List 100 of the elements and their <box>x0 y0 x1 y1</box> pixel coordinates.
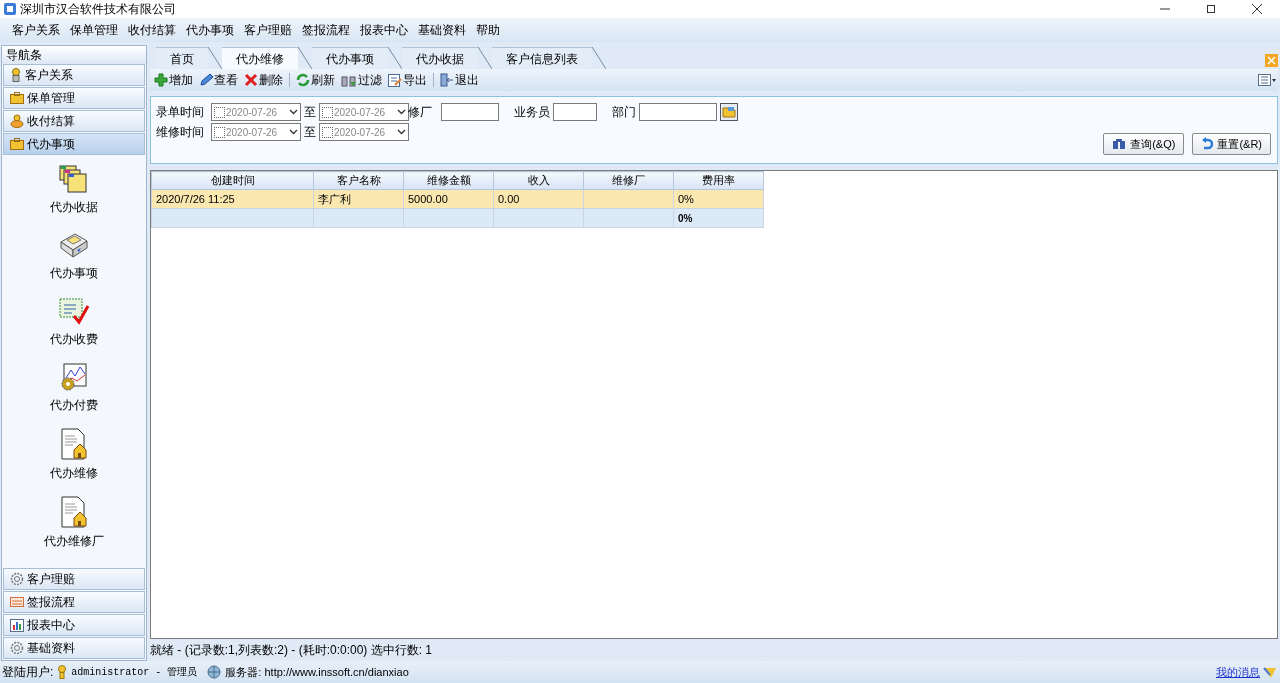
text-input[interactable] <box>441 103 499 121</box>
column-header[interactable]: 收入 <box>493 171 584 190</box>
date-picker[interactable]: 2020-07-26 <box>211 123 301 141</box>
nav-group-button[interactable]: 客户理赔 <box>3 568 145 590</box>
checkbox[interactable] <box>214 126 225 138</box>
date-picker[interactable]: 2020-07-26 <box>319 103 409 121</box>
field-label: 维修时间 <box>156 124 205 141</box>
nav-shortcut[interactable]: 代办付费 <box>50 362 98 414</box>
status-text: 就绪 - (记录数:1,列表数:2) - (耗时:0:0:00) 选中行数: 1 <box>150 642 434 659</box>
field-label: 业务员 <box>514 104 550 121</box>
date-picker[interactable]: 2020-07-26 <box>211 103 301 121</box>
checkbox[interactable] <box>322 106 333 118</box>
column-header[interactable]: 维修厂 <box>583 171 674 190</box>
app-logo-icon <box>4 3 16 15</box>
search-button[interactable]: 查询(&Q) <box>1103 133 1185 155</box>
column-header[interactable]: 客户名称 <box>313 171 404 190</box>
toolbar-button[interactable]: 导出 <box>388 71 427 89</box>
briefcase-icon <box>10 138 24 150</box>
nav-group-button[interactable]: 基础资料 <box>3 637 145 659</box>
toolbar-button[interactable]: 刷新 <box>296 71 335 89</box>
tab[interactable]: 客户信息列表 <box>492 47 592 69</box>
field-label: 至 <box>304 104 316 121</box>
menu-item[interactable]: 基础资料 <box>414 20 470 40</box>
view-options-button[interactable] <box>1258 74 1276 86</box>
export-form-icon <box>388 73 402 87</box>
exit-door-icon <box>440 73 454 87</box>
nav-shortcut[interactable]: 代办收据 <box>50 164 98 216</box>
undo-arrow-icon <box>1201 137 1214 151</box>
checkbox[interactable] <box>214 106 225 118</box>
tab-divider <box>388 47 402 69</box>
field-label: 录单时间 <box>156 104 205 121</box>
text-input[interactable] <box>639 103 717 121</box>
gear-icon <box>10 641 24 655</box>
menu-item[interactable]: 收付结算 <box>124 20 180 40</box>
close-icon <box>1252 4 1262 14</box>
nav-group-button[interactable]: 收付结算 <box>3 110 145 132</box>
menu-item[interactable]: 帮助 <box>472 20 504 40</box>
caret-icon <box>289 109 298 115</box>
tab-divider <box>298 47 312 69</box>
date-picker[interactable]: 2020-07-26 <box>319 123 409 141</box>
column-header[interactable]: 费用率 <box>673 171 764 190</box>
nav-shortcut[interactable]: 代办维修 <box>50 428 98 482</box>
files-drawing <box>58 164 90 194</box>
pencil-note-icon <box>1262 665 1278 679</box>
toolbar-button[interactable]: 查看 <box>199 71 238 89</box>
tab[interactable]: 代办维修 <box>222 47 298 69</box>
table-cell: 0% <box>673 189 764 209</box>
folder-picker-button[interactable] <box>720 103 738 121</box>
window-title: 深圳市汉合软件技术有限公司 <box>20 1 176 18</box>
my-messages-link[interactable]: 我的消息 <box>1216 663 1260 681</box>
tab-divider <box>478 47 492 69</box>
menu-item[interactable]: 代办事项 <box>182 20 238 40</box>
reset-button[interactable]: 重置(&R) <box>1192 133 1271 155</box>
globe-server-icon <box>207 665 222 679</box>
document-house-drawing <box>58 428 90 460</box>
table-cell: 2020/7/26 11:25 <box>151 189 314 209</box>
nav-shortcut[interactable]: 代办收费 <box>50 296 98 348</box>
summary-cell: 0% <box>673 208 764 228</box>
table-cell: 李广利 <box>313 189 404 209</box>
field-label: 部门 <box>612 104 636 121</box>
user-icon <box>57 665 68 679</box>
menu-item[interactable]: 保单管理 <box>66 20 122 40</box>
text-input[interactable] <box>553 103 597 121</box>
nav-shortcut[interactable]: 代办维修厂 <box>44 496 104 550</box>
nav-group-button[interactable]: 保单管理 <box>3 87 145 109</box>
menu-item[interactable]: 签报流程 <box>298 20 354 40</box>
plus-icon <box>154 73 168 87</box>
column-header[interactable]: 创建时间 <box>151 171 314 190</box>
person-icon <box>10 68 22 82</box>
bar-chart-icon <box>10 618 24 632</box>
user-name: administrator - 管理员 <box>71 665 198 680</box>
table-cell: 0.00 <box>493 189 584 209</box>
caret-icon <box>397 129 406 135</box>
caret-icon <box>397 109 406 115</box>
toolbar-button[interactable]: 过滤 <box>341 71 382 89</box>
nav-group-button[interactable]: 报表中心 <box>3 614 145 636</box>
refresh-icon <box>296 73 310 87</box>
coins-icon <box>10 114 24 128</box>
tab[interactable]: 代办收据 <box>402 47 478 69</box>
nav-group-button[interactable]: 签报流程 <box>3 591 145 613</box>
table-cell: 5000.00 <box>403 189 494 209</box>
nav-group-button[interactable]: 客户关系 <box>3 64 145 86</box>
tab[interactable]: 代办事项 <box>312 47 388 69</box>
toolbar-button[interactable]: 删除 <box>244 71 283 89</box>
tab[interactable]: 首页 <box>156 47 208 69</box>
toolbar-button[interactable]: 增加 <box>154 71 193 89</box>
column-header[interactable]: 维修金额 <box>403 171 494 190</box>
menu-item[interactable]: 客户关系 <box>8 20 64 40</box>
briefcase-icon <box>10 92 24 104</box>
delete-icon <box>244 73 258 87</box>
nav-shortcut[interactable]: 代办事项 <box>50 230 98 282</box>
server-address: 服务器: http://www.inssoft.cn/dianxiao <box>225 664 409 680</box>
document-house-drawing <box>58 496 90 528</box>
field-label: 至 <box>304 124 316 141</box>
toolbar-button[interactable]: 退出 <box>440 71 479 89</box>
menu-item[interactable]: 客户理赔 <box>240 20 296 40</box>
gear-icon <box>10 572 24 586</box>
checkbox[interactable] <box>322 126 333 138</box>
nav-group-button[interactable]: 代办事项 <box>3 133 145 155</box>
menu-item[interactable]: 报表中心 <box>356 20 412 40</box>
